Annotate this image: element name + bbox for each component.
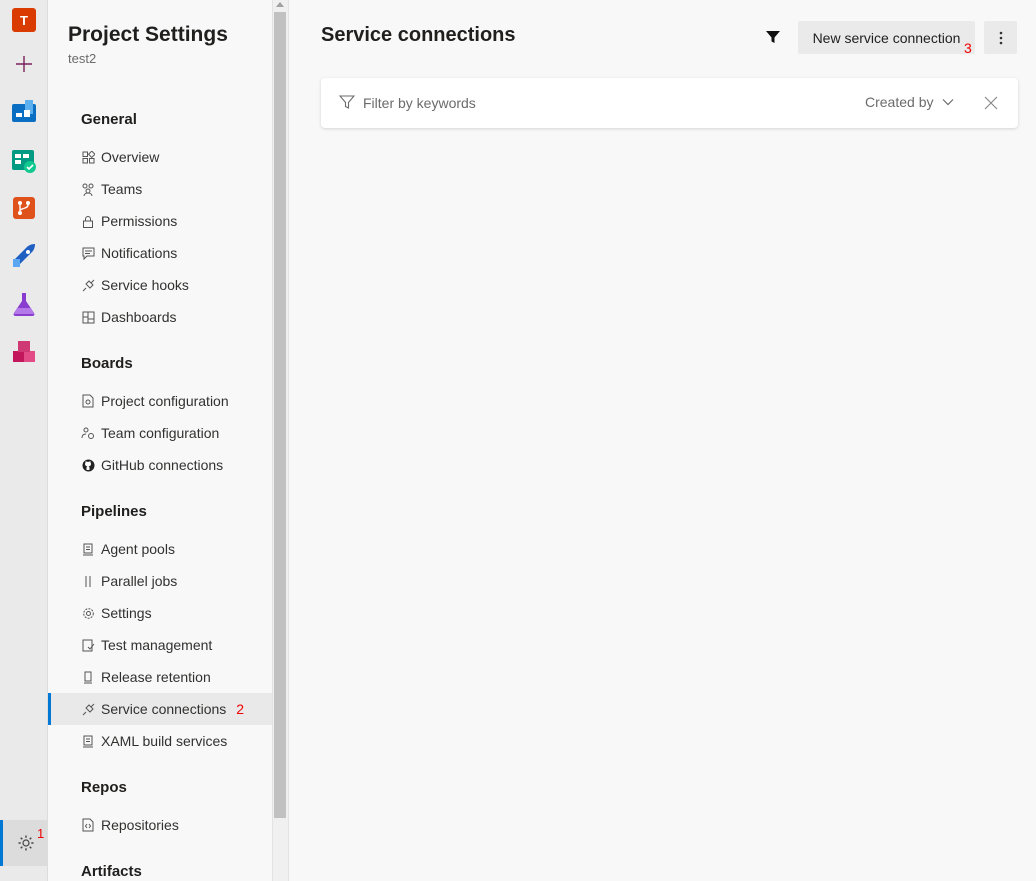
nav-item-notifications[interactable]: Notifications bbox=[48, 237, 272, 269]
overview-icon[interactable] bbox=[10, 98, 38, 126]
nav-item-label: Teams bbox=[101, 181, 143, 197]
nav-item-parallel-jobs[interactable]: Parallel jobs bbox=[48, 565, 272, 597]
document-settings-icon bbox=[81, 394, 95, 408]
filter-bar: Created by bbox=[321, 78, 1018, 128]
nav-item-overview[interactable]: Overview bbox=[48, 141, 272, 173]
nav-item-settings[interactable]: Settings bbox=[48, 597, 272, 629]
scroll-up-arrow-icon[interactable] bbox=[276, 2, 284, 7]
nav-item-label: XAML build services bbox=[101, 733, 228, 749]
nav-title: Project Settings bbox=[68, 23, 228, 46]
github-icon bbox=[81, 458, 95, 472]
new-service-connection-button[interactable]: New service connection bbox=[798, 21, 975, 54]
nav-item-label: GitHub connections bbox=[101, 457, 224, 473]
nav-item-repositories[interactable]: Repositories bbox=[48, 809, 272, 841]
nav-item-label: Dashboards bbox=[101, 309, 177, 325]
app-window: T 1 Project Settings test2 General Overv… bbox=[0, 0, 1036, 881]
more-actions-button[interactable] bbox=[984, 21, 1017, 54]
overview-icon bbox=[81, 150, 95, 164]
nav-item-label: Test management bbox=[101, 637, 213, 653]
teams-icon bbox=[81, 182, 95, 196]
nav-item-team-configuration[interactable]: Team configuration bbox=[48, 417, 272, 449]
section-artifacts: Artifacts bbox=[81, 863, 142, 880]
plug-icon bbox=[81, 278, 95, 292]
nav-item-dashboards[interactable]: Dashboards bbox=[48, 301, 272, 333]
agent-icon bbox=[81, 542, 95, 556]
nav-item-label: Permissions bbox=[101, 213, 178, 229]
artifacts-icon[interactable] bbox=[10, 338, 38, 366]
code-file-icon bbox=[81, 818, 95, 832]
nav-item-release-retention[interactable]: Release retention bbox=[48, 661, 272, 693]
more-vertical-icon bbox=[999, 31, 1002, 44]
agent-icon bbox=[81, 734, 95, 748]
annotation-marker: 2 bbox=[236, 701, 245, 717]
test-plans-icon[interactable] bbox=[10, 290, 38, 318]
dashboard-icon bbox=[81, 310, 95, 324]
nav-item-label: Repositories bbox=[101, 817, 179, 833]
section-general: General bbox=[81, 111, 137, 128]
boards-icon[interactable] bbox=[10, 146, 38, 174]
filter-icon bbox=[766, 31, 780, 43]
filter-toggle-button[interactable] bbox=[760, 24, 786, 50]
nav-item-permissions[interactable]: Permissions bbox=[48, 205, 272, 237]
nav-item-label: Project configuration bbox=[101, 393, 229, 409]
nav-item-label: Notifications bbox=[101, 245, 178, 261]
settings-nav: Project Settings test2 General Overview … bbox=[48, 0, 272, 881]
nav-item-project-configuration[interactable]: Project configuration bbox=[48, 385, 272, 417]
annotation-marker: 1 bbox=[37, 826, 45, 841]
org-avatar[interactable]: T bbox=[12, 8, 36, 32]
chat-icon bbox=[81, 246, 95, 260]
created-by-label: Created by bbox=[865, 94, 934, 110]
new-service-connection-label: New service connection bbox=[812, 29, 961, 46]
test-icon bbox=[81, 638, 95, 652]
left-rail: T 1 bbox=[0, 0, 48, 881]
nav-item-label: Release retention bbox=[101, 669, 211, 685]
clear-filter-icon[interactable] bbox=[983, 95, 999, 111]
keyword-filter-input[interactable] bbox=[363, 93, 783, 113]
nav-item-github-connections[interactable]: GitHub connections bbox=[48, 449, 272, 481]
page-title: Service connections bbox=[321, 24, 516, 46]
nav-item-xaml-build-services[interactable]: XAML build services bbox=[48, 725, 272, 757]
nav-item-label: Settings bbox=[101, 605, 152, 621]
lock-icon bbox=[81, 214, 95, 228]
nav-subtitle: test2 bbox=[68, 51, 97, 66]
scroll-thumb[interactable] bbox=[274, 12, 286, 818]
section-pipelines: Pipelines bbox=[81, 503, 147, 520]
nav-item-label: Team configuration bbox=[101, 425, 220, 441]
add-icon[interactable] bbox=[10, 50, 38, 78]
nav-item-label: Parallel jobs bbox=[101, 573, 178, 589]
section-boards: Boards bbox=[81, 355, 133, 372]
nav-item-label: Service hooks bbox=[101, 277, 189, 293]
repos-icon[interactable] bbox=[10, 194, 38, 222]
gear-icon bbox=[81, 606, 95, 620]
plug-icon bbox=[81, 702, 95, 716]
pipelines-icon[interactable] bbox=[10, 242, 38, 270]
filter-icon bbox=[338, 94, 356, 115]
section-repos: Repos bbox=[81, 779, 127, 796]
nav-item-service-hooks[interactable]: Service hooks bbox=[48, 269, 272, 301]
nav-item-test-management[interactable]: Test management bbox=[48, 629, 272, 661]
nav-item-service-connections[interactable]: Service connections 2 bbox=[48, 693, 272, 725]
created-by-dropdown[interactable]: Created by bbox=[865, 94, 954, 110]
nav-item-agent-pools[interactable]: Agent pools bbox=[48, 533, 272, 565]
gear-icon bbox=[18, 835, 33, 851]
nav-item-label: Overview bbox=[101, 149, 160, 165]
nav-item-teams[interactable]: Teams bbox=[48, 173, 272, 205]
annotation-marker: 3 bbox=[964, 40, 972, 56]
nav-item-label: Agent pools bbox=[101, 541, 175, 557]
parallel-icon bbox=[81, 574, 95, 588]
phone-icon bbox=[81, 670, 95, 684]
chevron-down-icon bbox=[943, 99, 954, 106]
team-settings-icon bbox=[81, 426, 95, 440]
nav-item-label: Service connections bbox=[101, 701, 227, 717]
